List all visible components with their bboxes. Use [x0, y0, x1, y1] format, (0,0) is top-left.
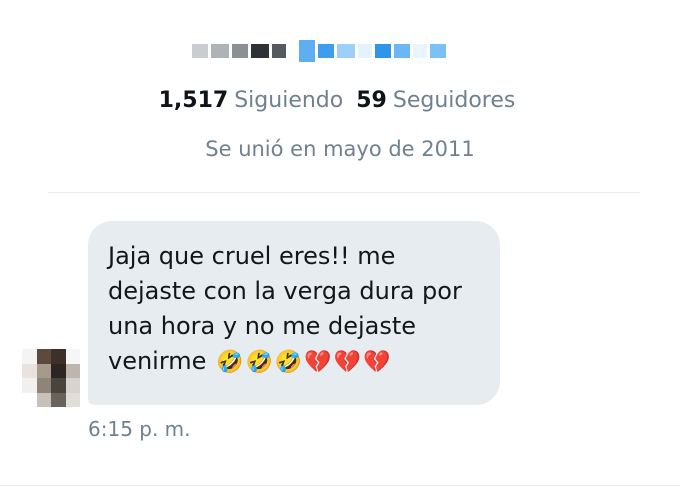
followers-count[interactable]: 59: [356, 88, 387, 113]
avatar-pixel: [36, 363, 51, 378]
broken-heart-icon: 💔: [333, 350, 362, 375]
blur-block: [337, 44, 355, 58]
blur-block: [251, 44, 269, 58]
avatar-pixel: [51, 378, 66, 393]
avatar-pixel: [51, 349, 66, 364]
avatar-pixel: [51, 363, 66, 378]
blur-block: [272, 44, 286, 58]
blur-block: [299, 40, 315, 62]
avatar[interactable]: [22, 349, 80, 407]
blur-block: [211, 44, 229, 58]
rofl-emoji-icon: 🤣: [274, 350, 303, 375]
broken-heart-icon: 💔: [363, 350, 391, 375]
avatar-pixel: [36, 392, 51, 407]
blur-block: [318, 44, 334, 58]
following-count[interactable]: 1,517: [159, 88, 229, 113]
avatar-pixel: [65, 363, 80, 378]
blur-block: [413, 44, 427, 58]
message-line: Jaja que cruel eres!! me: [108, 242, 396, 270]
joined-date: Se unió en mayo de 2011: [205, 137, 475, 161]
rofl-emoji-icon: 🤣: [216, 350, 244, 375]
message-line: venirme: [108, 347, 207, 375]
message-last-line: venirme 🤣🤣🤣💔💔💔: [108, 344, 480, 380]
message-timestamp: 6:15 p. m.: [88, 417, 191, 441]
blurred-display-name: [192, 40, 446, 62]
blur-block: [375, 44, 391, 58]
avatar-pixel: [36, 349, 51, 364]
avatar-pixel: [65, 378, 80, 393]
message-line: dejaste con la verga dura por: [108, 277, 462, 305]
avatar-pixel: [65, 349, 80, 364]
blur-block: [430, 44, 446, 58]
rofl-emoji-icon: 🤣: [245, 350, 273, 375]
avatar-pixel: [51, 392, 66, 407]
following-label[interactable]: Siguiendo: [234, 88, 343, 113]
avatar-pixel: [22, 349, 37, 364]
follow-stats: 1,517 Siguiendo 59 Seguidores: [0, 88, 680, 113]
avatar-pixel: [22, 363, 37, 378]
avatar-pixel: [36, 378, 51, 393]
blur-block: [192, 44, 208, 58]
message-bubble[interactable]: Jaja que cruel eres!! me dejaste con la …: [88, 221, 500, 405]
avatar-pixel: [22, 378, 37, 393]
blur-block: [232, 44, 248, 58]
bottom-divider: [0, 485, 680, 486]
avatar-pixel: [22, 392, 37, 407]
divider: [48, 192, 640, 193]
avatar-pixel: [65, 392, 80, 407]
broken-heart-icon: 💔: [304, 350, 332, 375]
blur-block: [358, 44, 372, 58]
blur-block: [394, 44, 410, 58]
message-line: una hora y no me dejaste: [108, 312, 417, 340]
followers-label[interactable]: Seguidores: [393, 88, 516, 113]
